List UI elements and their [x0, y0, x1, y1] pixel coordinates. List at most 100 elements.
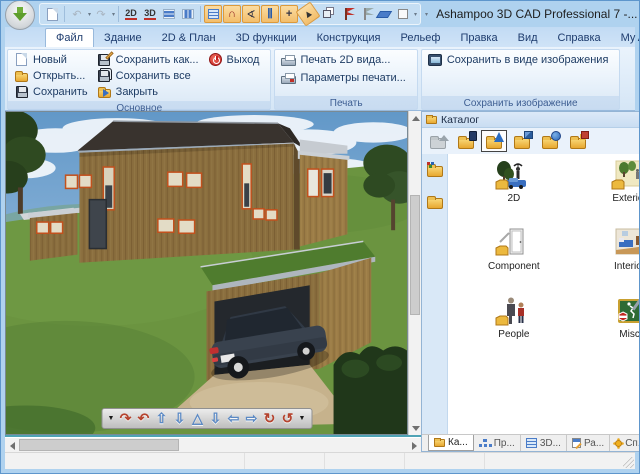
- horizontal-scroll-thumb[interactable]: [19, 439, 179, 451]
- cube-view-dropdown-icon[interactable]: ▾: [414, 11, 417, 18]
- tab-my-ashampoo[interactable]: My Ashampoo: [611, 29, 639, 47]
- tilt-up-button[interactable]: ↻: [261, 410, 278, 427]
- panel-tab-3d[interactable]: 3D...: [521, 435, 567, 451]
- measure-snap-button[interactable]: +: [280, 5, 299, 23]
- rotate-right-button[interactable]: ↷: [117, 410, 134, 427]
- catalog-group-button[interactable]: [424, 160, 446, 178]
- redo-dropdown-icon[interactable]: ▾: [112, 11, 115, 18]
- panel-tab-reference[interactable]: Сп...: [610, 435, 639, 451]
- catalog-up-level-button[interactable]: [425, 130, 451, 152]
- split-vertical-button[interactable]: [179, 5, 197, 23]
- cube-view-button[interactable]: [394, 5, 412, 23]
- new-label: Новый: [33, 53, 67, 66]
- scroll-down-button[interactable]: [409, 422, 422, 435]
- group-overlay-icon: [426, 162, 430, 165]
- rotate-left-button[interactable]: ↶: [135, 410, 152, 427]
- nav-expand-left[interactable]: ▼: [106, 410, 116, 427]
- overlap-squares-icon: [323, 10, 332, 18]
- move-up-button[interactable]: ⇧: [153, 410, 170, 427]
- redo-button[interactable]: ↷: [92, 5, 110, 23]
- close-file-label: Закрыть: [115, 85, 159, 98]
- tab-edit[interactable]: Правка: [450, 29, 507, 47]
- tab-2d-plan[interactable]: 2D & План: [152, 29, 226, 47]
- zoom-back-button[interactable]: ⇩: [207, 410, 224, 427]
- catalog-plain-folder-button[interactable]: [424, 192, 446, 210]
- hierarchy-tab-icon: [478, 438, 487, 447]
- scroll-left-button[interactable]: [5, 438, 18, 453]
- 3d-scene[interactable]: [6, 112, 407, 434]
- tab-3d-functions[interactable]: 3D функции: [226, 29, 307, 47]
- save-all-button[interactable]: Сохранить все: [95, 68, 206, 83]
- save-button[interactable]: Сохранить: [12, 84, 95, 99]
- qat-overflow-button[interactable]: ▾: [425, 11, 428, 18]
- tab-help[interactable]: Справка: [548, 29, 611, 47]
- catalog-web-button[interactable]: [537, 130, 563, 152]
- catalog-objects-button[interactable]: [481, 130, 507, 152]
- catalog-3d-objects-button[interactable]: [565, 130, 591, 152]
- move-left-button[interactable]: ⇦: [225, 410, 242, 427]
- copy-elements-button[interactable]: [318, 5, 336, 23]
- tab-building[interactable]: Здание: [94, 29, 152, 47]
- ribbon-group-main: Новый Открыть... Сохранить Сохранить как…: [7, 49, 272, 114]
- catalog-item-icon-2d: [495, 161, 526, 190]
- tab-view[interactable]: Вид: [508, 29, 548, 47]
- catalog-item-component[interactable]: Component: [456, 228, 572, 272]
- tilt-down-button[interactable]: ↺: [279, 410, 296, 427]
- tab-terrain[interactable]: Рельеф: [391, 29, 451, 47]
- viewport-column: ▼ ↷ ↶ ⇧ ⇩ △ ⇩ ⇦ ⇨ ↻ ↺ ▼: [5, 111, 421, 452]
- catalog-item-2d[interactable]: 2D: [456, 160, 572, 204]
- view-3d-button[interactable]: 3D: [141, 5, 159, 23]
- move-down-button[interactable]: ⇩: [171, 410, 188, 427]
- catalog-item-exterior[interactable]: Exterior: [572, 160, 639, 204]
- resize-grip[interactable]: [623, 457, 634, 468]
- roof-tool-button[interactable]: [375, 5, 393, 23]
- panel-tab-work[interactable]: Ра...: [567, 435, 611, 451]
- tab-construction[interactable]: Конструкция: [307, 29, 391, 47]
- move-right-button[interactable]: ⇨: [243, 410, 260, 427]
- zoom-forward-button[interactable]: △: [189, 410, 206, 427]
- print-settings-button[interactable]: Параметры печати...: [279, 71, 412, 85]
- scroll-right-button[interactable]: [408, 438, 421, 453]
- scroll-up-button[interactable]: [409, 111, 422, 124]
- tab-file[interactable]: Файл: [45, 28, 95, 47]
- 3d-viewport[interactable]: ▼ ↷ ↶ ⇧ ⇩ △ ⇩ ⇦ ⇨ ↻ ↺ ▼: [5, 111, 408, 435]
- flag-red-button[interactable]: [337, 5, 356, 23]
- close-file-button[interactable]: Закрыть: [95, 84, 206, 99]
- save-as-image-button[interactable]: Сохранить в виде изображения: [426, 53, 616, 67]
- catalog-item-misc[interactable]: Misc: [572, 296, 639, 340]
- flag-gray-button[interactable]: [356, 5, 375, 23]
- group-caption-save-image: Сохранить изображение: [421, 96, 620, 109]
- open-button[interactable]: Открыть...: [12, 68, 95, 83]
- new-document-icon[interactable]: [43, 5, 61, 23]
- snap-magnet-button[interactable]: ∩: [223, 5, 242, 23]
- undo-dropdown-icon[interactable]: ▾: [88, 11, 91, 18]
- catalog-item-people[interactable]: People: [456, 296, 572, 340]
- catalog-materials-button[interactable]: [509, 130, 535, 152]
- nav-expand-right[interactable]: ▼: [297, 410, 307, 427]
- parallel-guides-button[interactable]: ⫼: [261, 5, 280, 23]
- panel-tab-project[interactable]: Пр...: [474, 435, 521, 451]
- printer-settings-icon: [281, 71, 297, 85]
- vertical-scroll-thumb[interactable]: [410, 195, 420, 316]
- grid-toggle-button[interactable]: [204, 5, 223, 23]
- view-2d-button[interactable]: 2D: [122, 5, 140, 23]
- materials-folder-icon: [514, 135, 530, 149]
- panel-tab-catalog[interactable]: Ка...: [428, 435, 474, 451]
- catalog-doors-button[interactable]: [453, 130, 479, 152]
- viewport-horizontal-scrollbar[interactable]: [5, 437, 421, 452]
- title-bar: ↶ ▾ ↷ ▾ 2D 3D ∩ ∢ ⫼ + ▲ ▾ ▾ Ashampoo 3D …: [5, 1, 637, 30]
- catalog-item-interior[interactable]: Interior: [572, 228, 639, 272]
- select-cursor-button[interactable]: ▲: [295, 1, 321, 27]
- print-2d-button[interactable]: Печать 2D вида...: [279, 53, 412, 67]
- left-arrow-icon: [6, 441, 15, 450]
- grid-icon: [207, 9, 219, 19]
- angle-snap-button[interactable]: ∢: [242, 5, 261, 23]
- panel-tab-label: Ка...: [448, 437, 468, 448]
- new-button[interactable]: Новый: [12, 52, 95, 67]
- save-as-button[interactable]: Сохранить как...: [95, 50, 206, 67]
- exit-button[interactable]: Выход: [206, 52, 267, 67]
- split-horizontal-button[interactable]: [160, 5, 178, 23]
- app-menu-button[interactable]: [5, 1, 35, 30]
- undo-button[interactable]: ↶: [68, 5, 86, 23]
- viewport-vertical-scrollbar[interactable]: [408, 111, 421, 435]
